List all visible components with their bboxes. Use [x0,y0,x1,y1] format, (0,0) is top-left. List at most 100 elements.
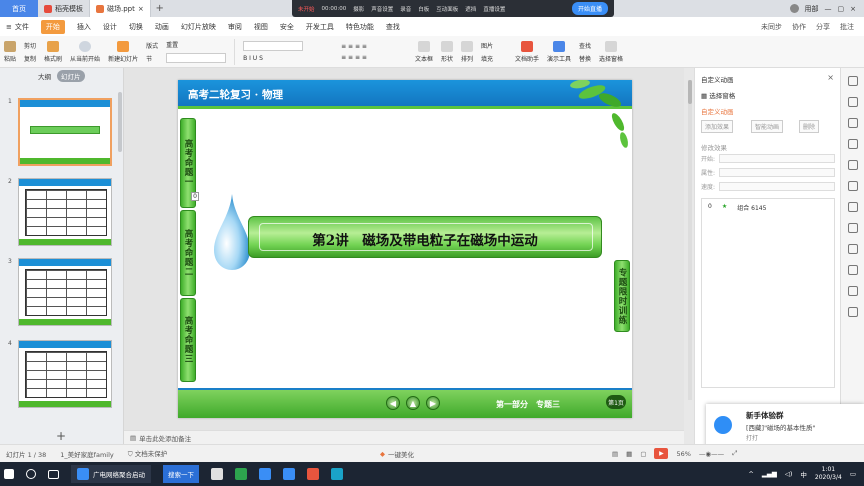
menu-slideshow[interactable]: 幻灯片放映 [181,22,216,32]
section-button[interactable]: 节 [146,54,158,63]
menu-features[interactable]: 特色功能 [346,22,374,32]
textbox-button[interactable]: 文本框 [415,40,433,63]
select-pane-link[interactable]: ▦ 选择窗格 [701,90,735,100]
collaborate-button[interactable]: 协作 [792,22,806,32]
taskbar-browser-app[interactable]: 广电网络聚合启动 [71,465,151,483]
minimize-icon[interactable]: — [825,5,832,13]
maximize-icon[interactable]: ▢ [838,5,845,13]
new-tab-button[interactable]: + [151,3,169,14]
prev-slide-icon[interactable]: ◀ [386,396,400,410]
menu-home[interactable]: 开始 [40,19,65,34]
settings-icon[interactable] [847,265,858,275]
rec-item-mask[interactable]: 遮挡 [465,5,476,13]
add-effect-button[interactable]: 添加效果 [701,120,734,133]
wps-presentation-icon[interactable] [307,468,319,480]
font-style-buttons[interactable]: B I U S [243,55,303,62]
messenger-icon[interactable] [331,468,343,480]
tab-document[interactable]: 磁场.ppt × [90,0,151,17]
smart-animation-button[interactable]: 智能动画 [751,120,784,133]
home-tab[interactable]: 首页 [0,0,38,17]
slide-thumbnail[interactable]: 4 [8,340,114,410]
rec-item-whiteboard[interactable]: 白板 [418,5,429,13]
system-clock[interactable]: 1:01 2020/3/4 [815,466,842,482]
close-icon[interactable]: × [827,73,834,82]
search-icon[interactable] [26,469,36,479]
slide-thumbnail[interactable]: 3 [8,258,114,328]
location-icon[interactable] [847,139,858,149]
spreadsheet-icon[interactable] [235,468,247,480]
file-menu[interactable]: ≡ 文件 [6,22,29,32]
menu-view[interactable]: 视图 [254,22,268,32]
arrange-button[interactable]: 排列 [460,40,473,63]
view-sorter-icon[interactable]: ▦ [626,450,632,458]
table-icon[interactable] [847,181,858,191]
thumbnail-scrollbar[interactable] [118,92,122,152]
replace-button[interactable]: 替换 [579,54,591,63]
document-assistant-button[interactable]: 文档助手 [515,40,539,63]
network-icon[interactable]: ▂▄▆ [762,470,777,478]
slide-thumbnail[interactable]: 2 [8,178,114,248]
notification-center-icon[interactable]: ▭ [850,470,856,478]
grid-icon[interactable] [847,244,858,254]
lesson-title-banner[interactable]: 第2讲 磁场及带电粒子在磁场中运动 [248,216,602,258]
delete-button[interactable]: 删除 [799,120,820,133]
input-method[interactable]: 中 [800,469,807,479]
writer-icon[interactable] [259,468,271,480]
user-name[interactable]: 用部 [805,4,819,14]
cut-button[interactable]: 剪切 [24,41,36,50]
share-button[interactable]: 分享 [816,22,830,32]
tab-outline[interactable]: 大纲 [38,71,51,81]
shape-button[interactable]: 形状 [440,40,453,63]
menu-search[interactable]: 查找 [386,22,400,32]
home-slide-icon[interactable]: ▲ [406,396,420,410]
menu-review[interactable]: 审阅 [228,22,242,32]
play-slideshow-button[interactable]: ▶ [654,448,669,459]
presentation-tools-button[interactable]: 演示工具 [547,40,571,63]
menu-security[interactable]: 安全 [280,22,294,32]
format-painter-button[interactable]: 格式刷 [44,40,62,63]
property-icon[interactable] [847,76,858,86]
font-select[interactable] [166,53,227,63]
tab-slides[interactable]: 幻灯片 [57,70,85,82]
image-icon[interactable] [847,202,858,212]
taskbar-search-box[interactable]: 搜索一下 [163,465,199,483]
chat-notification[interactable]: 新手体验群 [西藏]"磁场的基本性质" 打打 [706,404,864,448]
find-button[interactable]: 查找 [579,41,591,50]
help-icon[interactable] [847,286,858,296]
paste-button[interactable]: 粘贴 [4,40,16,63]
new-slide-button[interactable]: 新建幻灯片 [108,40,138,63]
rec-item-record[interactable]: 录音 [400,5,411,13]
layout-button[interactable]: 版式 [146,41,158,50]
task-view-icon[interactable] [48,469,59,479]
slide-tab-timed-training[interactable]: 专题限时训练 [614,260,630,332]
tray-expand-icon[interactable]: ^ [748,470,753,478]
menu-insert[interactable]: 插入 [77,22,91,32]
copy-button[interactable]: 复制 [24,54,36,63]
view-normal-icon[interactable]: ▤ [612,450,618,458]
volume-icon[interactable]: ◁) [785,470,793,478]
zoom-slider[interactable]: —◉—— [699,450,724,458]
next-slide-icon[interactable]: ▶ [426,396,440,410]
speed-field[interactable]: 速度: [701,182,836,191]
view-reading-icon[interactable]: ▢ [640,450,646,458]
rec-item-live-settings[interactable]: 直播设置 [483,5,505,13]
fill-button[interactable]: 填充 [481,54,493,63]
document-protection[interactable]: ⛉ 文档未保护 [128,448,167,459]
volume-icon[interactable] [847,307,858,317]
slide-thumbnail[interactable]: 1 [8,98,114,168]
beautify-button[interactable]: ◆ 一键美化 [380,449,414,459]
paragraph-buttons[interactable]: ≡ ≡ ≡ ≡ [341,43,367,50]
zoom-level[interactable]: 56% [676,450,690,458]
docs-icon[interactable] [283,468,295,480]
add-slide-button[interactable]: + [56,429,66,443]
star-icon[interactable] [847,160,858,170]
rec-item-audio-settings[interactable]: 声音设置 [371,5,393,13]
avatar[interactable] [789,4,799,13]
start-live-button[interactable]: 开始直播 [571,2,608,15]
selection-pane-button[interactable]: 选择窗格 [599,40,623,63]
property-field[interactable]: 属性: [701,168,836,177]
reset-button[interactable]: 重置 [166,40,226,49]
chart-icon[interactable] [847,223,858,233]
mail-icon[interactable] [211,468,223,480]
list-item[interactable]: 0 ★ 组合 6145 [708,203,766,212]
